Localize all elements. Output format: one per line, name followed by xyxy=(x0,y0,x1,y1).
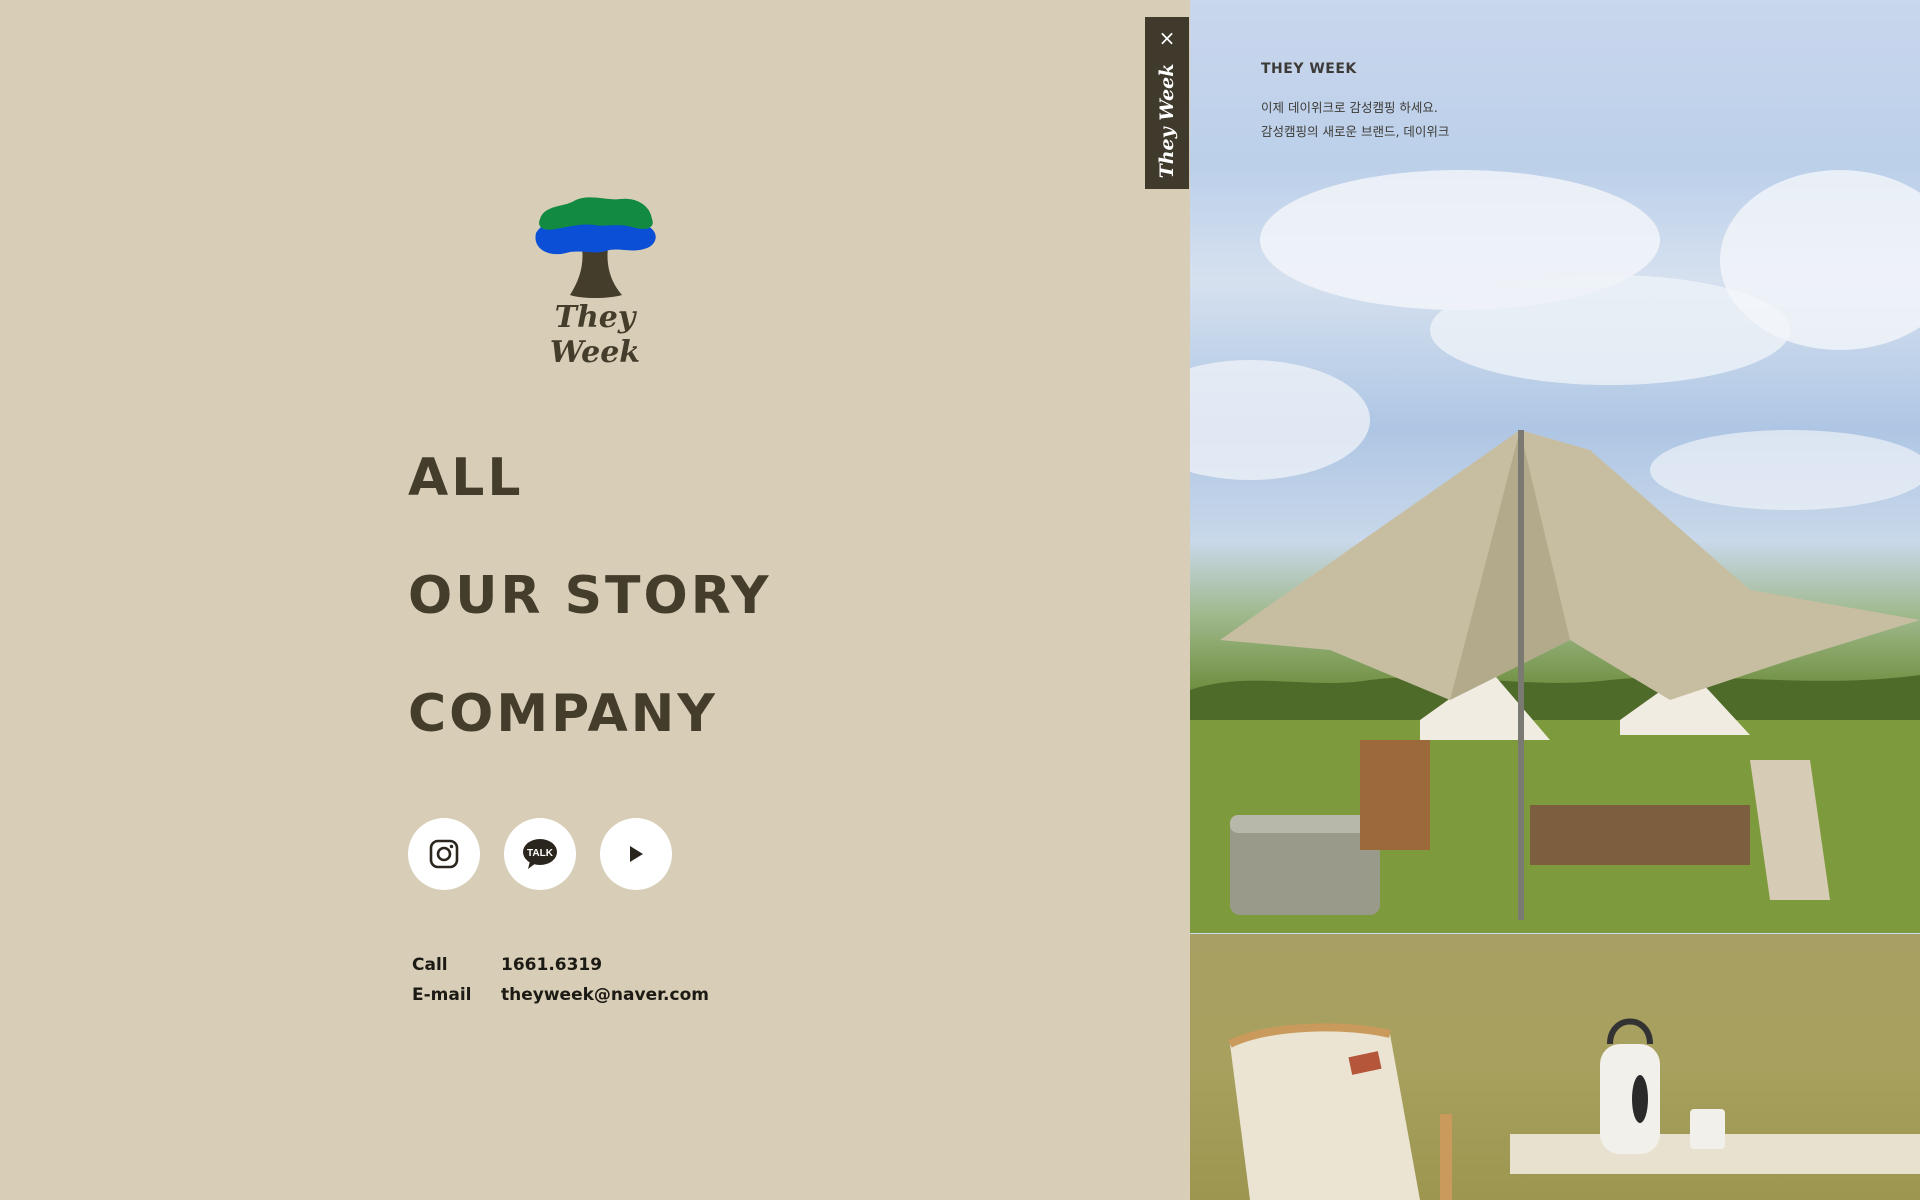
hero-description: 이제 데이위크로 감성캠핑 하세요. 감성캠핑의 새로운 브랜드, 데이위크 xyxy=(1261,96,1449,144)
main-menu: ALL OUR STORY COMPANY xyxy=(408,448,772,802)
instagram-icon xyxy=(429,839,459,869)
kakaotalk-button[interactable]: TALK xyxy=(504,818,576,890)
close-icon[interactable]: × xyxy=(1145,27,1189,49)
instagram-button[interactable] xyxy=(408,818,480,890)
menu-item-our-story[interactable]: OUR STORY xyxy=(408,566,772,626)
contact-call-row: Call 1661.6319 xyxy=(412,950,709,980)
brand-logo[interactable]: They Week xyxy=(510,195,680,370)
kakaotalk-badge-text: TALK xyxy=(527,848,554,859)
contact-info: Call 1661.6319 E-mail theyweek@naver.com xyxy=(412,950,709,1010)
call-value[interactable]: 1661.6319 xyxy=(501,955,602,975)
call-label: Call xyxy=(412,955,448,975)
logo-wordmark: They Week xyxy=(549,300,641,370)
camping-tent-photo: THEY WEEK 이제 데이위크로 감성캠핑 하세요. 감성캠핑의 새로운 브… xyxy=(1190,0,1920,933)
kakaotalk-icon: TALK xyxy=(523,839,557,869)
tab-label: They Week xyxy=(1156,63,1178,179)
camping-chair-photo xyxy=(1190,934,1920,1200)
youtube-button[interactable] xyxy=(600,818,672,890)
menu-item-all[interactable]: ALL xyxy=(408,448,772,508)
hero-panel: THEY WEEK 이제 데이위크로 감성캠핑 하세요. 감성캠핑의 새로운 브… xyxy=(1190,0,1920,1200)
hero-description-line-1: 이제 데이위크로 감성캠핑 하세요. xyxy=(1261,100,1438,115)
menu-close-tab[interactable]: × They Week xyxy=(1145,17,1189,189)
email-label: E-mail xyxy=(412,985,472,1005)
menu-panel: They Week ALL OUR STORY COMPANY TALK Cal… xyxy=(0,0,1190,1200)
menu-item-company[interactable]: COMPANY xyxy=(408,684,772,744)
hero-description-line-2: 감성캠핑의 새로운 브랜드, 데이위크 xyxy=(1261,124,1450,139)
tree-logo-icon xyxy=(535,197,656,298)
chair-scene-illustration xyxy=(1228,1018,1920,1200)
email-value[interactable]: theyweek@naver.com xyxy=(501,985,709,1005)
hero-brand-title: THEY WEEK xyxy=(1261,61,1357,77)
contact-email-row: E-mail theyweek@naver.com xyxy=(412,980,709,1010)
youtube-play-icon xyxy=(630,846,643,862)
social-links: TALK xyxy=(408,818,672,890)
